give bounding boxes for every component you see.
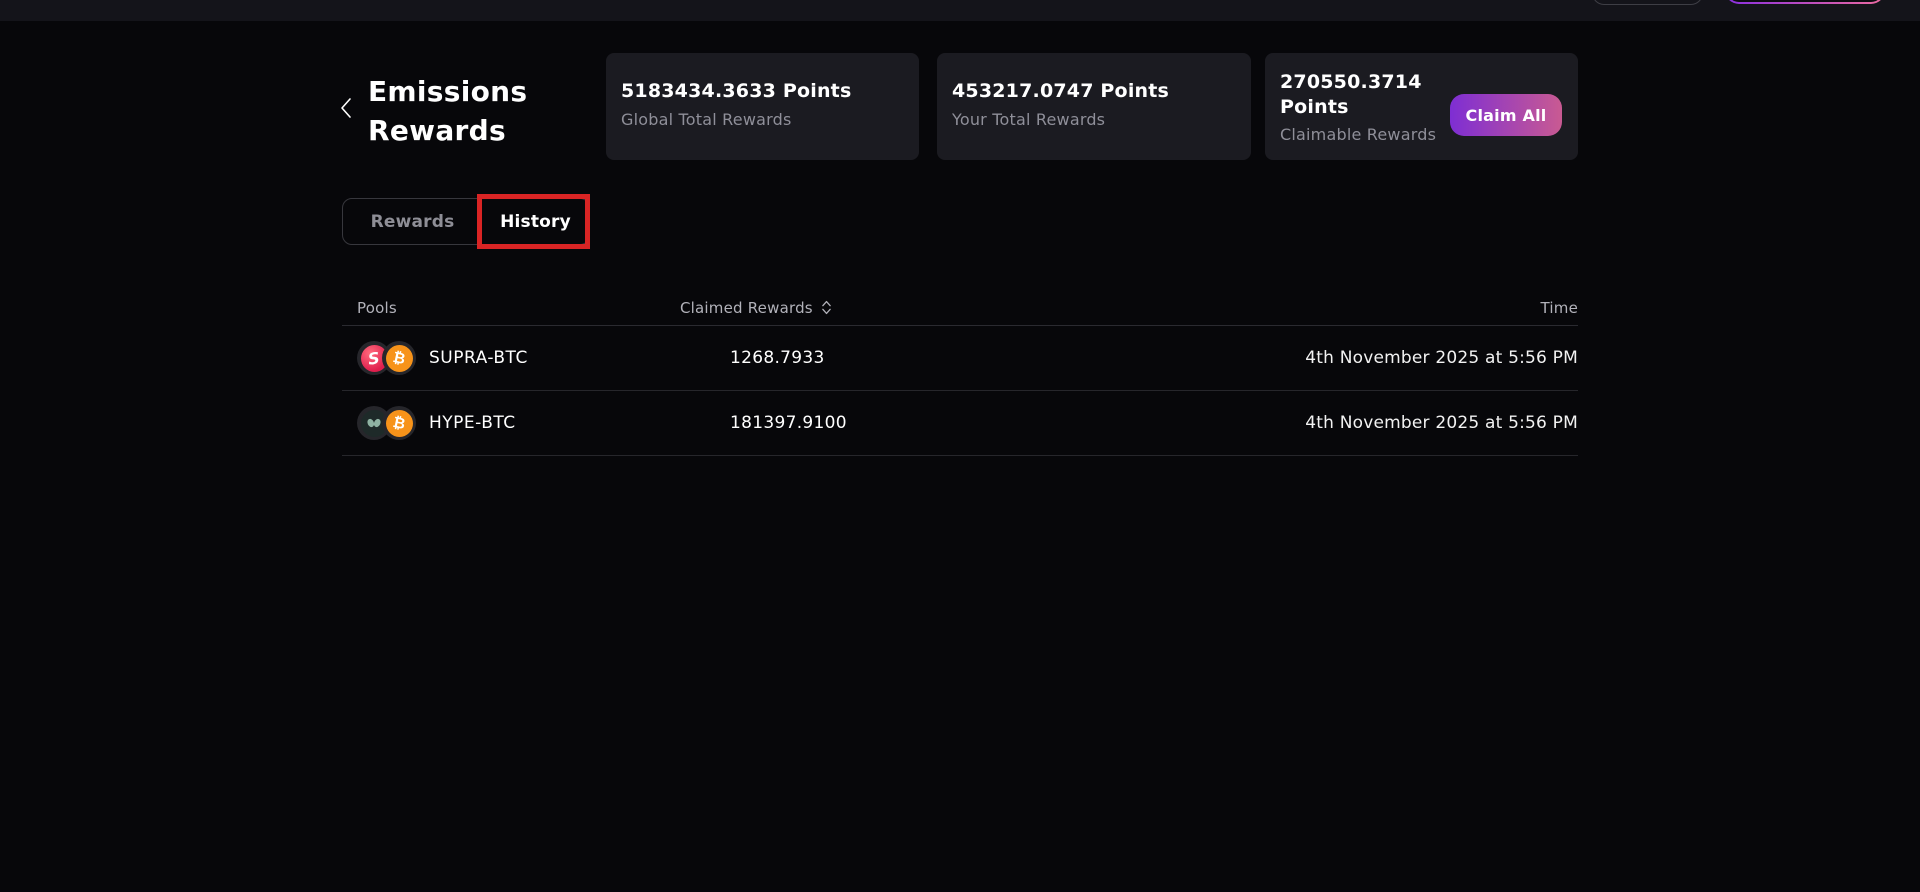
back-button[interactable] xyxy=(336,97,356,121)
pool-name: HYPE-BTC xyxy=(429,413,516,433)
token-pair: ₿ xyxy=(357,406,416,440)
claim-all-button[interactable]: Claim All xyxy=(1450,94,1562,136)
claim-time: 4th November 2025 at 5:56 PM xyxy=(1305,413,1578,433)
header-gradient-button-fill xyxy=(1727,0,1883,2)
page-title: Emissions Rewards xyxy=(368,72,527,150)
btc-token-icon: ₿ xyxy=(382,341,416,375)
token-pair: S ₿ xyxy=(357,341,416,375)
table-header-row: Pools Claimed Rewards Time xyxy=(342,290,1578,326)
claimed-rewards-value: 1268.7933 xyxy=(730,348,825,368)
claim-time: 4th November 2025 at 5:56 PM xyxy=(1305,348,1578,368)
stat-value: 5183434.3633 Points xyxy=(621,80,903,102)
header-outline-button[interactable] xyxy=(1592,0,1703,5)
pool-cell: S ₿ SUPRA-BTC xyxy=(342,341,680,375)
hype-logo-icon xyxy=(365,414,383,432)
stat-card-claimable-text: 270550.3714 Points Claimable Rewards xyxy=(1280,70,1436,160)
top-navigation-bar xyxy=(0,0,1920,21)
btc-token-icon: ₿ xyxy=(382,406,416,440)
tab-history[interactable]: History xyxy=(482,199,589,244)
claimed-rewards-table: Pools Claimed Rewards Time S ₿ SUPRA-BTC… xyxy=(342,290,1578,456)
pool-name: SUPRA-BTC xyxy=(429,348,528,368)
stat-card-global-total: 5183434.3633 Points Global Total Rewards xyxy=(606,53,919,160)
stat-label: Claimable Rewards xyxy=(1280,125,1436,144)
header-gradient-button[interactable] xyxy=(1725,0,1885,4)
claimed-rewards-value: 181397.9100 xyxy=(730,413,847,433)
tab-group: Rewards History xyxy=(342,198,590,245)
pool-cell: ₿ HYPE-BTC xyxy=(342,406,680,440)
page-title-line2: Rewards xyxy=(368,111,527,150)
stat-card-your-total: 453217.0747 Points Your Total Rewards xyxy=(937,53,1251,160)
sort-icon xyxy=(821,299,832,316)
stat-label: Your Total Rewards xyxy=(952,110,1235,129)
column-header-pools: Pools xyxy=(342,299,680,317)
page-title-line1: Emissions xyxy=(368,72,527,111)
column-header-claimed-rewards[interactable]: Claimed Rewards xyxy=(680,299,832,317)
column-header-time: Time xyxy=(1540,299,1578,317)
stat-label: Global Total Rewards xyxy=(621,110,903,129)
column-header-claimed-label: Claimed Rewards xyxy=(680,299,813,317)
stat-value: 453217.0747 Points xyxy=(952,80,1235,102)
stat-value: 270550.3714 Points xyxy=(1280,70,1430,120)
tab-rewards[interactable]: Rewards xyxy=(343,199,482,244)
stat-card-claimable: 270550.3714 Points Claimable Rewards Cla… xyxy=(1265,53,1578,160)
table-row-supra-btc: S ₿ SUPRA-BTC 1268.7933 4th November 202… xyxy=(342,326,1578,391)
table-row-hype-btc: ₿ HYPE-BTC 181397.9100 4th November 2025… xyxy=(342,391,1578,456)
chevron-left-icon xyxy=(339,97,353,119)
